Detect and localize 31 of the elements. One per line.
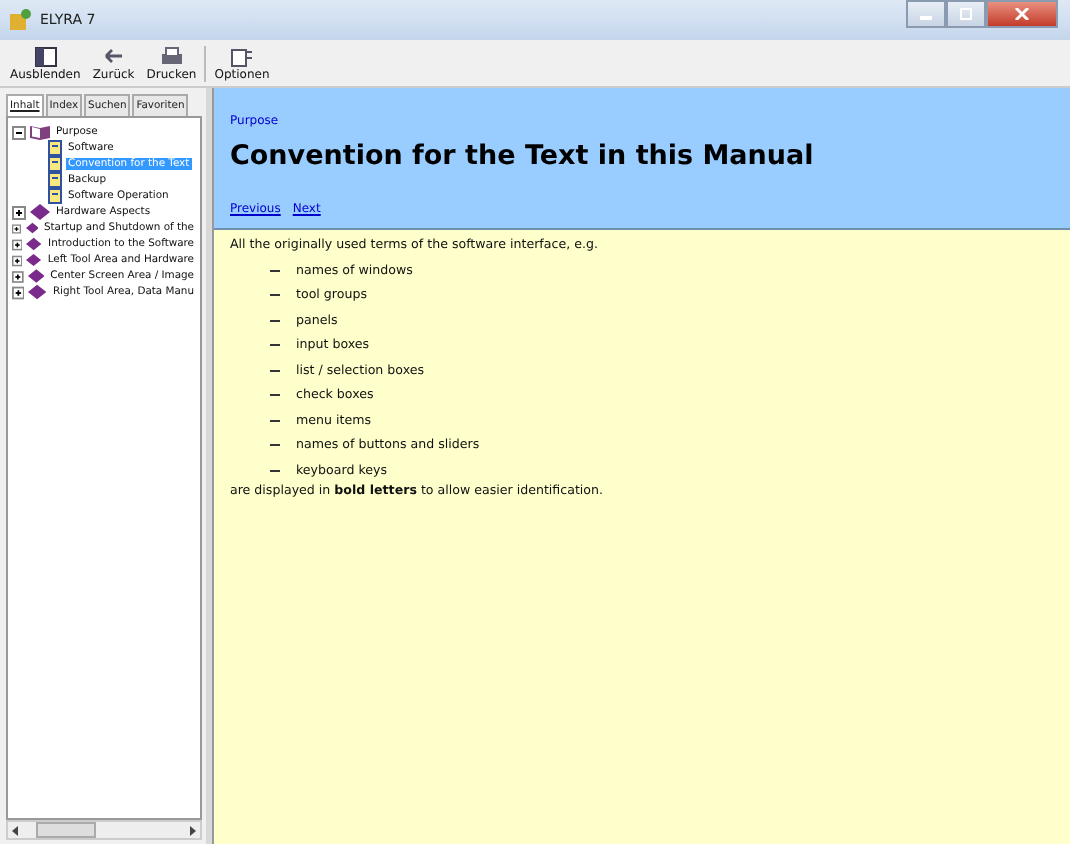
scroll-right-icon[interactable] (188, 825, 196, 835)
app-icon (8, 8, 32, 32)
panel-icon (33, 45, 58, 67)
expand-icon[interactable] (12, 221, 22, 235)
printer-icon (159, 45, 184, 67)
open-book-icon (30, 124, 50, 140)
expand-icon[interactable] (12, 285, 25, 299)
dash-icon (270, 319, 280, 322)
minimize-button[interactable] (906, 0, 946, 28)
expand-icon[interactable] (12, 253, 23, 267)
dash-icon (270, 444, 280, 447)
horizontal-scrollbar[interactable] (6, 820, 202, 840)
back-arrow-icon (101, 45, 126, 67)
page-heading: Convention for the Text in this Manual (230, 140, 816, 172)
maximize-button[interactable] (946, 0, 986, 28)
dash-icon (270, 344, 280, 347)
expand-icon[interactable] (12, 237, 23, 251)
close-button[interactable] (986, 0, 1058, 28)
expand-icon[interactable] (12, 269, 24, 283)
collapse-icon[interactable] (12, 125, 26, 139)
dash-icon (270, 369, 280, 372)
close-icon (1014, 8, 1030, 20)
dash-icon (270, 419, 280, 422)
dash-icon (270, 394, 280, 397)
dash-icon (270, 469, 280, 472)
expand-icon[interactable] (12, 205, 26, 219)
dash-icon (270, 294, 280, 297)
maximize-icon (958, 8, 974, 20)
options-icon (230, 45, 254, 67)
scroll-left-icon[interactable] (12, 825, 20, 835)
dash-icon (270, 269, 280, 272)
